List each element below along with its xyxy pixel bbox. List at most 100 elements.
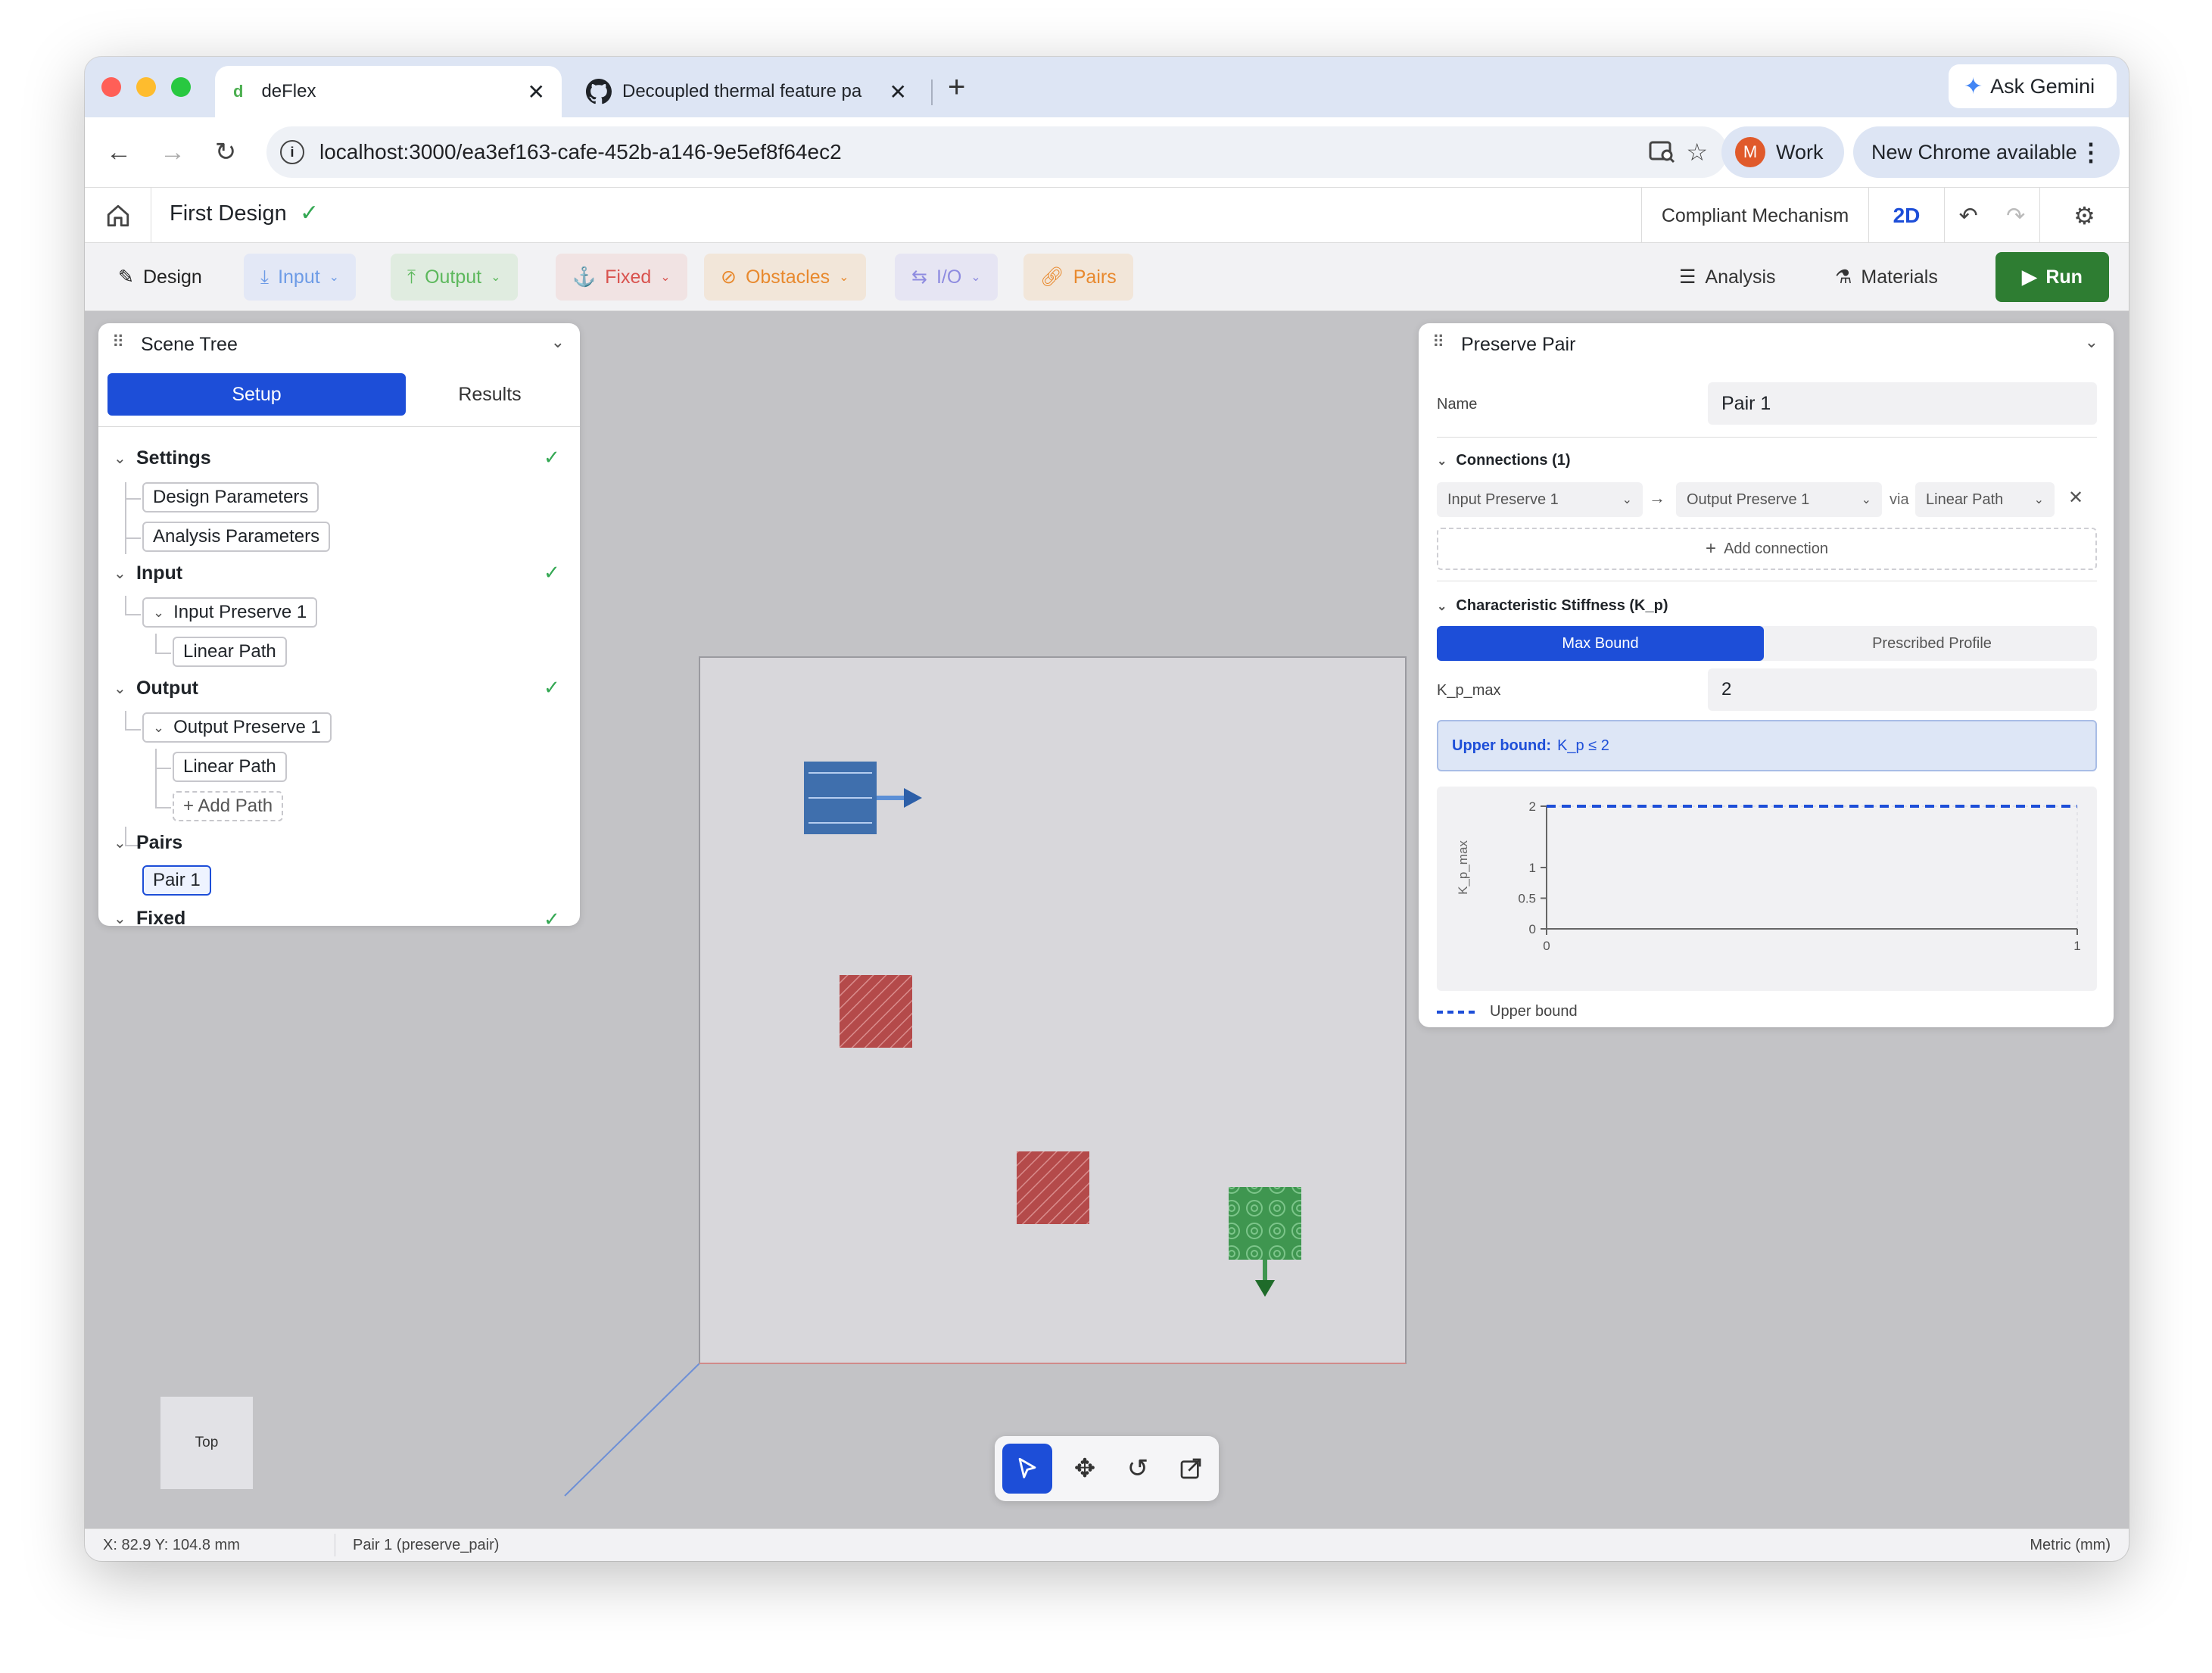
- design-label: Design: [142, 266, 202, 288]
- settings-gear-icon[interactable]: ⚙: [2039, 188, 2129, 244]
- obstacles-button[interactable]: ⊘ Obstacles ⌄: [704, 254, 866, 301]
- reload-icon[interactable]: ↻: [210, 137, 241, 167]
- move-tool-icon[interactable]: ✥: [1060, 1444, 1110, 1494]
- select-value: Output Preserve 1: [1687, 491, 1810, 508]
- profile-label: Work: [1776, 140, 1824, 164]
- tree-input-linear-path[interactable]: Linear Path: [173, 637, 287, 667]
- tree-output-preserve[interactable]: ⌄ Output Preserve 1: [142, 712, 332, 743]
- maximize-window-button[interactable]: [171, 77, 191, 97]
- mode-selector[interactable]: Compliant Mechanism: [1641, 188, 1868, 244]
- view-mode-toggle[interactable]: 2D: [1868, 188, 1944, 244]
- tree-label: Output: [136, 678, 198, 699]
- github-icon: [586, 79, 612, 104]
- materials-button[interactable]: ⚗ Materials: [1818, 254, 1955, 301]
- section-label: Characteristic Stiffness (K_p): [1456, 597, 1668, 614]
- connection-to-select[interactable]: Output Preserve 1 ⌄: [1676, 482, 1882, 517]
- tree-output-linear-path[interactable]: Linear Path: [173, 752, 287, 782]
- connections-header[interactable]: ⌄ Connections (1): [1437, 452, 1571, 469]
- redo-icon[interactable]: ↷: [2006, 203, 2025, 229]
- stiffness-chart: 0 0.5 1 2 0 1 K_p_max: [1456, 799, 2081, 953]
- tree-output[interactable]: ⌄ Output: [114, 678, 198, 699]
- via-label: via: [1890, 491, 1909, 508]
- node-label: Analysis Parameters: [142, 522, 331, 552]
- materials-label: Materials: [1861, 266, 1938, 288]
- gemini-sparkle-icon: ✦: [1964, 73, 1983, 99]
- design-button[interactable]: ✎ Design: [101, 254, 219, 301]
- node-label: Linear Path: [173, 637, 287, 667]
- drag-handle-icon[interactable]: ⠿: [1432, 332, 1444, 352]
- tree-label: Input: [136, 562, 183, 584]
- pair-name-input[interactable]: Pair 1: [1708, 382, 2097, 425]
- select-value: Linear Path: [1926, 491, 2004, 508]
- scene-tree-panel: ⠿ Scene Tree ⌄ Setup Results ⌄ Settings …: [98, 323, 580, 926]
- back-icon[interactable]: ←: [104, 137, 134, 167]
- run-button[interactable]: ▶ Run: [1995, 252, 2109, 302]
- search-tabs-icon[interactable]: [1646, 136, 1679, 169]
- chevron-down-icon: ⌄: [114, 835, 126, 852]
- status-bar: X: 82.9 Y: 104.8 mm Pair 1 (preserve_pai…: [85, 1528, 2129, 1561]
- tree-analysis-parameters[interactable]: Analysis Parameters: [142, 522, 331, 552]
- chevron-down-icon: ⌄: [1861, 494, 1871, 506]
- add-connection-button[interactable]: + Add connection: [1437, 528, 2097, 570]
- button-label: Add connection: [1724, 540, 1828, 557]
- node-label: Design Parameters: [142, 482, 319, 512]
- select-tool-icon[interactable]: [1002, 1444, 1052, 1494]
- pairs-button[interactable]: 🔗︎ Pairs: [1023, 254, 1133, 301]
- anchor-icon: ⚓: [572, 266, 597, 288]
- undo-icon[interactable]: ↶: [1959, 203, 1978, 229]
- close-tab-icon[interactable]: ✕: [889, 79, 907, 104]
- collapse-chevron-icon[interactable]: ⌄: [2085, 332, 2098, 352]
- close-window-button[interactable]: [101, 77, 121, 97]
- chevron-down-icon: ⌄: [1437, 454, 1447, 468]
- scale-tool-icon[interactable]: [1166, 1444, 1216, 1494]
- stiffness-header[interactable]: ⌄ Characteristic Stiffness (K_p): [1437, 597, 1668, 615]
- chevron-down-icon: ⌄: [153, 604, 165, 620]
- kp-max-input[interactable]: 2: [1708, 668, 2097, 711]
- address-bar[interactable]: i localhost:3000/ea3ef163-cafe-452b-a146…: [266, 126, 1728, 178]
- input-button[interactable]: ⤓ Input ⌄: [244, 254, 357, 301]
- tree-pairs[interactable]: ⌄ Pairs: [114, 832, 182, 854]
- ask-gemini-button[interactable]: ✦ Ask Gemini: [1949, 64, 2117, 108]
- chrome-update-button[interactable]: New Chrome available ⋮: [1853, 126, 2120, 178]
- ask-gemini-label: Ask Gemini: [1990, 74, 2095, 98]
- connection-path-select[interactable]: Linear Path ⌄: [1915, 482, 2055, 517]
- view-cube[interactable]: Top: [160, 1397, 253, 1489]
- tree-design-parameters[interactable]: Design Parameters: [142, 482, 319, 512]
- tree-pair-1[interactable]: Pair 1: [142, 865, 211, 896]
- design-title[interactable]: First Design: [170, 201, 287, 226]
- rotate-tool-icon[interactable]: ↺: [1113, 1444, 1163, 1494]
- add-path-button[interactable]: + Add Path: [173, 791, 284, 821]
- analysis-button[interactable]: ☰ Analysis: [1662, 254, 1793, 301]
- legend-dashed-line: [1437, 1010, 1476, 1014]
- close-tab-icon[interactable]: ✕: [528, 79, 545, 104]
- home-icon[interactable]: [85, 188, 151, 244]
- chevron-down-icon: ⌄: [1437, 600, 1447, 613]
- forward-icon[interactable]: →: [157, 137, 188, 167]
- tab-strip: d deFlex ✕ Decoupled thermal feature pa …: [85, 57, 2129, 117]
- chevron-down-icon: ⌄: [114, 681, 126, 697]
- connection-from-select[interactable]: Input Preserve 1 ⌄: [1437, 482, 1643, 517]
- profile-button[interactable]: M Work: [1721, 126, 1844, 178]
- units-indicator[interactable]: Metric (mm): [2030, 1537, 2111, 1554]
- tree-input-preserve[interactable]: ⌄ Input Preserve 1: [142, 597, 318, 628]
- minimize-window-button[interactable]: [136, 77, 156, 97]
- remove-connection-icon[interactable]: ✕: [2068, 487, 2083, 509]
- fixed-region-2[interactable]: [1017, 1151, 1089, 1224]
- output-button[interactable]: ⤒ Output ⌄: [391, 254, 518, 301]
- tree-settings[interactable]: ⌄ Settings: [114, 447, 211, 469]
- y-tick-label: 2: [1529, 799, 1536, 814]
- io-button[interactable]: ⇆ I/O ⌄: [895, 254, 998, 301]
- tab-deflex[interactable]: d deFlex ✕: [215, 66, 562, 117]
- tree-fixed[interactable]: ⌄ Fixed: [114, 908, 185, 926]
- kebab-menu-icon[interactable]: ⋮: [2079, 138, 2103, 167]
- tree-input[interactable]: ⌄ Input: [114, 562, 182, 584]
- site-info-icon[interactable]: i: [280, 140, 304, 164]
- tab-github[interactable]: Decoupled thermal feature pa ✕: [569, 66, 925, 117]
- fixed-region-1[interactable]: [840, 975, 912, 1048]
- fixed-button[interactable]: ⚓ Fixed ⌄: [556, 254, 687, 301]
- tab-max-bound[interactable]: Max Bound: [1437, 626, 1764, 661]
- new-tab-icon[interactable]: +: [948, 70, 965, 104]
- chart-legend: Upper bound: [1437, 1003, 1578, 1020]
- tab-prescribed-profile[interactable]: Prescribed Profile: [1767, 626, 2097, 661]
- bookmark-star-icon[interactable]: ☆: [1686, 138, 1708, 167]
